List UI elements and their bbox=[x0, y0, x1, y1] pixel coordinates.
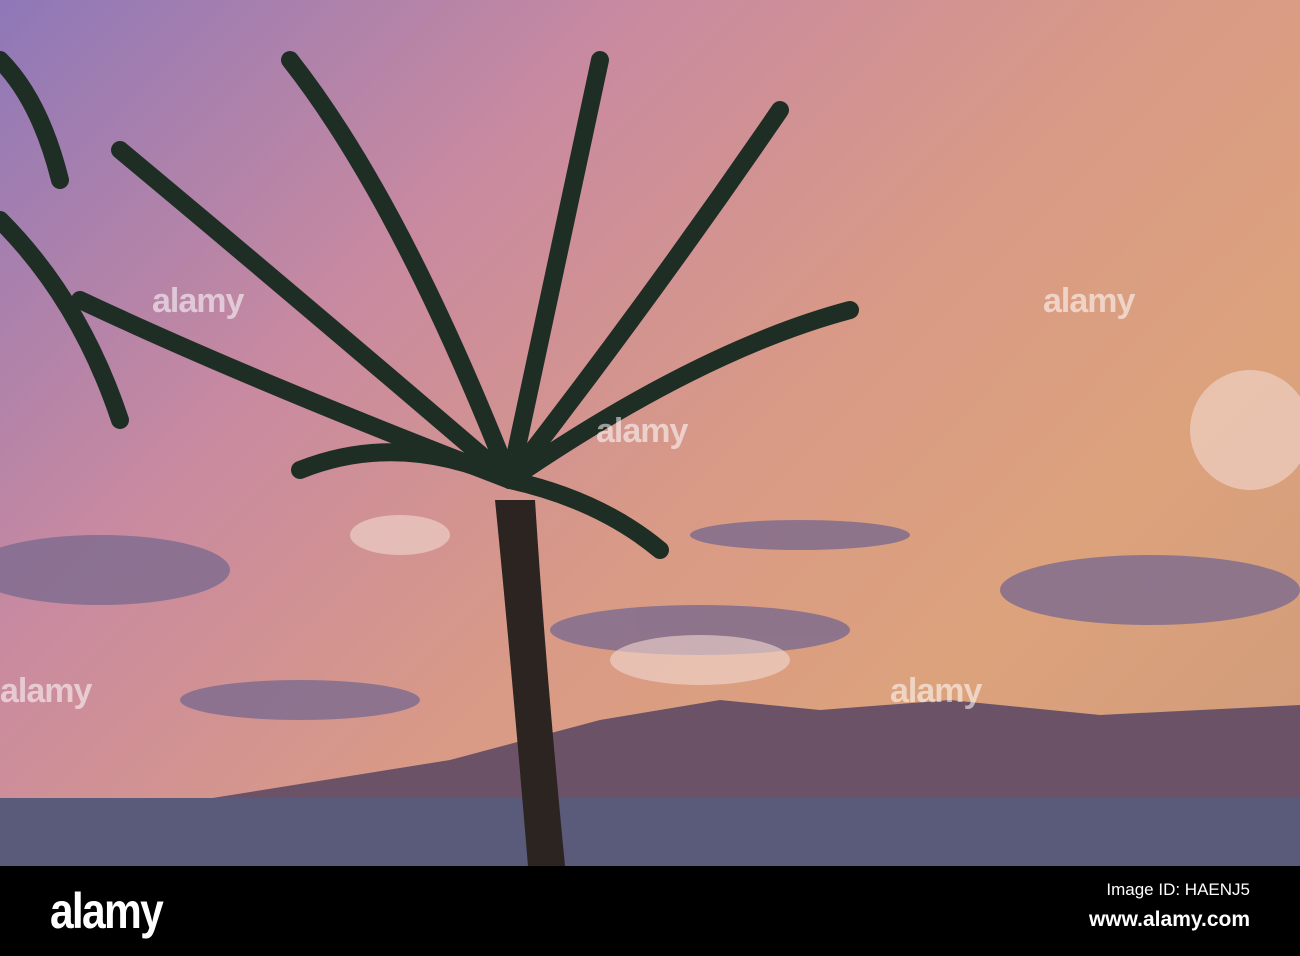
watermark: alamy bbox=[0, 672, 92, 710]
sunset-palm-photo: alamy alamy alamy alamy alamy bbox=[0, 0, 1300, 866]
watermark: alamy bbox=[152, 282, 244, 320]
watermark: alamy bbox=[1043, 282, 1135, 320]
image-id: Image ID: HAENJ5 bbox=[1106, 880, 1250, 899]
site-url: www.alamy.com bbox=[1088, 908, 1250, 931]
palm-fronds bbox=[0, 51, 859, 559]
alamy-logo: alamy bbox=[50, 883, 164, 939]
watermark: alamy bbox=[890, 672, 982, 710]
footer-bar: alamy Image ID: HAENJ5 www.alamy.com bbox=[0, 866, 1300, 956]
ocean bbox=[0, 798, 1300, 866]
watermark: alamy bbox=[596, 412, 688, 450]
